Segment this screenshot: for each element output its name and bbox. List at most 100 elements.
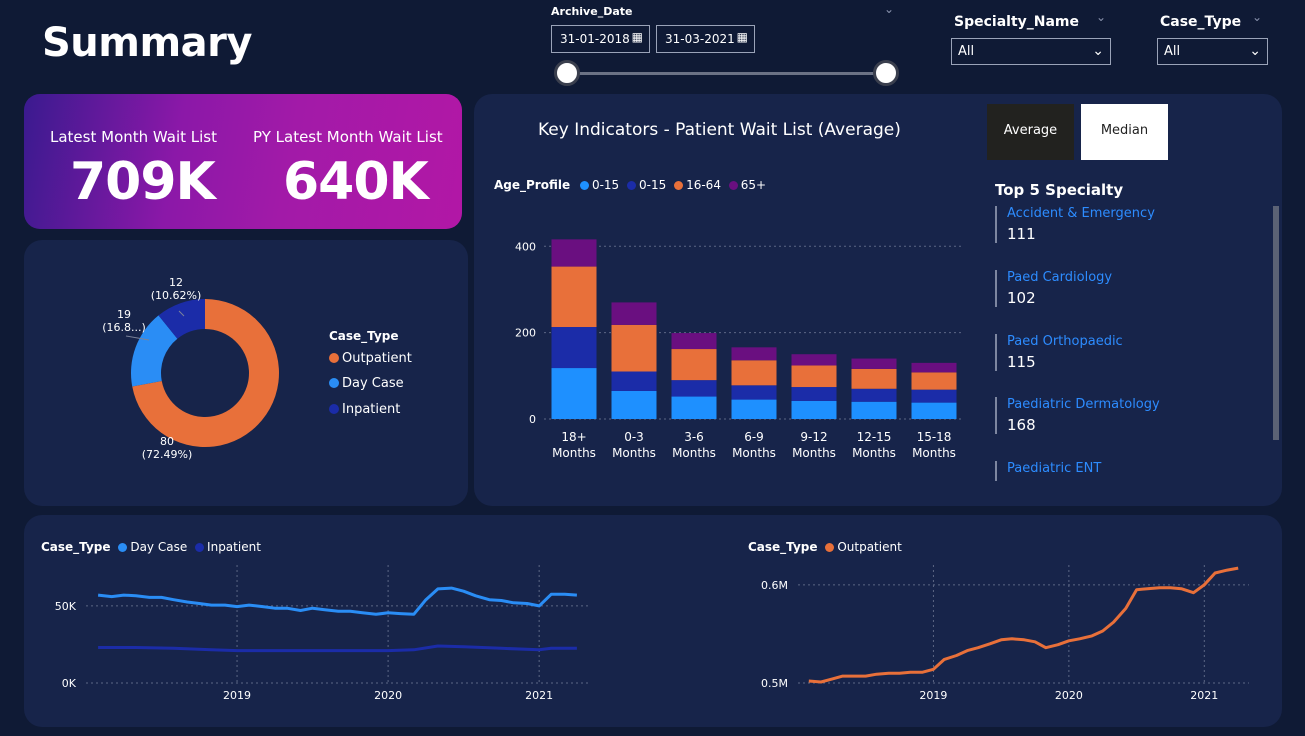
legend-label: 0-15 bbox=[591, 178, 620, 192]
legend-item-day-case[interactable]: Day Case bbox=[118, 540, 187, 554]
slider-start-handle[interactable] bbox=[554, 60, 580, 86]
x-tick-label: 12-15 Months bbox=[852, 430, 896, 460]
legend-title: Case_Type bbox=[41, 540, 111, 554]
bar-segment bbox=[551, 239, 597, 267]
top5-scrollbar[interactable] bbox=[1273, 206, 1279, 440]
bar-segment bbox=[671, 396, 717, 419]
top5-item-value: 168 bbox=[1007, 416, 1036, 434]
bar-segment bbox=[731, 399, 777, 419]
legend-label: Inpatient bbox=[207, 540, 261, 554]
x-tick-label: 2020 bbox=[374, 689, 402, 702]
top5-item[interactable]: Paed Cardiology 102 bbox=[995, 270, 1112, 307]
top5-item[interactable]: Paediatric ENT bbox=[995, 461, 1101, 481]
bar-segment bbox=[611, 324, 657, 372]
y-tick-label: 200 bbox=[515, 327, 536, 340]
x-tick-label: 9-12 Months bbox=[792, 430, 836, 460]
trend-card: Case_Type Day Case Inpatient 2019 2020 202… bbox=[24, 515, 1282, 727]
x-tick-label: 2020 bbox=[1055, 689, 1083, 702]
y-tick-label: 0K bbox=[62, 677, 77, 690]
day-inpatient-line-chart: 2019 2020 2021 0K 50K bbox=[55, 565, 589, 702]
end-date-input[interactable]: 31-03-2021 ▦ bbox=[656, 25, 755, 53]
start-date-input[interactable]: 31-01-2018 ▦ bbox=[551, 25, 650, 53]
bar-segment bbox=[851, 358, 897, 369]
top5-item-name: Paediatric Dermatology bbox=[1007, 397, 1160, 412]
case-type-filter-label: Case_Type bbox=[1160, 14, 1242, 30]
calendar-icon[interactable]: ▦ bbox=[737, 30, 748, 44]
median-button[interactable]: Median bbox=[1081, 104, 1168, 160]
bar-segment bbox=[851, 368, 897, 389]
day-inpatient-legend: Case_Type Day Case Inpatient bbox=[41, 540, 261, 554]
y-tick-label: 0 bbox=[529, 413, 536, 426]
top5-item-name: Paediatric ENT bbox=[1007, 461, 1102, 476]
legend-label: Day Case bbox=[342, 376, 404, 391]
top5-item-value: 102 bbox=[1007, 289, 1036, 307]
page-title: Summary bbox=[42, 20, 252, 66]
chevron-down-icon[interactable]: ⌄ bbox=[1096, 10, 1106, 24]
key-indicators-card: Key Indicators - Patient Wait List (Aver… bbox=[474, 94, 1282, 506]
bar-segment bbox=[851, 388, 897, 402]
age-profile-legend: Age_Profile 0-15 0-15 16-64 65+ bbox=[494, 178, 766, 192]
bar-segment bbox=[911, 389, 957, 403]
top5-item-name: Accident & Emergency bbox=[1007, 206, 1155, 221]
legend-dot bbox=[627, 181, 637, 190]
bar-segment bbox=[551, 368, 597, 419]
donut-data-label: 19 (16.8...) bbox=[102, 308, 146, 334]
donut-legend-title: Case_Type bbox=[329, 329, 399, 343]
specialty-select[interactable]: All ⌄ bbox=[951, 38, 1111, 65]
x-tick-label: 6-9 Months bbox=[732, 430, 776, 460]
legend-label: Outpatient bbox=[342, 351, 412, 366]
top5-item-value: 111 bbox=[1007, 225, 1036, 243]
outpatient-line-chart: 2019 2020 2021 0.5M 0.6M bbox=[761, 565, 1249, 702]
legend-label: Inpatient bbox=[342, 402, 401, 417]
legend-item-0-15-alt[interactable]: 0-15 bbox=[627, 178, 666, 192]
kpi-label: PY Latest Month Wait List bbox=[253, 128, 443, 146]
legend-item-outpatient[interactable]: Outpatient bbox=[825, 540, 902, 554]
legend-item-outpatient[interactable]: Outpatient bbox=[329, 351, 412, 366]
legend-item-day-case[interactable]: Day Case bbox=[329, 376, 404, 391]
legend-item-65-plus[interactable]: 65+ bbox=[728, 178, 766, 192]
date-range-slider[interactable] bbox=[567, 72, 887, 75]
case-type-select[interactable]: All ⌄ bbox=[1157, 38, 1268, 65]
legend-item-0-15[interactable]: 0-15 bbox=[579, 178, 620, 192]
legend-item-16-64[interactable]: 16-64 bbox=[674, 178, 721, 192]
start-date-value: 31-01-2018 bbox=[560, 32, 630, 46]
bar-segment bbox=[911, 402, 957, 419]
bar-segment bbox=[791, 387, 837, 401]
average-button[interactable]: Average bbox=[987, 104, 1074, 160]
top5-item[interactable]: Paediatric Dermatology 168 bbox=[995, 397, 1160, 434]
y-tick-label: 400 bbox=[515, 240, 536, 253]
legend-dot bbox=[195, 543, 205, 552]
top5-item[interactable]: Paed Orthopaedic 115 bbox=[995, 334, 1123, 371]
legend-dot bbox=[329, 353, 339, 363]
slider-end-handle[interactable] bbox=[873, 60, 899, 86]
legend-dot bbox=[329, 404, 339, 414]
legend-label: 0-15 bbox=[639, 178, 667, 192]
calendar-icon[interactable]: ▦ bbox=[632, 30, 643, 44]
bar-segment bbox=[911, 362, 957, 373]
bar-segment bbox=[731, 347, 777, 361]
case-type-donut-chart: 80 (72.49%)19 (16.8...)12 (10.62%) bbox=[102, 276, 279, 461]
kpi-value: 709K bbox=[70, 152, 216, 212]
legend-item-inpatient[interactable]: Inpatient bbox=[329, 402, 400, 417]
legend-dot bbox=[825, 543, 835, 552]
wait-list-bar-chart: 0 200 400 18+ Months 0-3 Months 3-6 Months 6-9 Mon… bbox=[515, 239, 964, 460]
chevron-down-icon[interactable]: ⌄ bbox=[884, 2, 894, 16]
archive-date-label: Archive_Date bbox=[551, 5, 633, 18]
top5-title: Top 5 Specialty bbox=[995, 181, 1124, 199]
legend-label: Day Case bbox=[130, 540, 188, 554]
legend-label: 16-64 bbox=[686, 178, 721, 192]
y-tick-label: 0.5M bbox=[761, 677, 788, 690]
age-legend-title: Age_Profile bbox=[494, 178, 571, 192]
kpi-value: 640K bbox=[283, 152, 429, 212]
chevron-down-icon[interactable]: ⌄ bbox=[1252, 10, 1262, 24]
specialty-select-value: All bbox=[958, 44, 975, 59]
x-tick-label: 2019 bbox=[919, 689, 947, 702]
bar-segment bbox=[611, 302, 657, 325]
end-date-value: 31-03-2021 bbox=[665, 32, 735, 46]
key-indicators-title: Key Indicators - Patient Wait List (Aver… bbox=[538, 120, 901, 140]
top5-item[interactable]: Accident & Emergency 111 bbox=[995, 206, 1155, 243]
bar-segment bbox=[611, 390, 657, 419]
case-type-donut-card: 80 (72.49%) 19 (16.8...) 12 (10.62%) Case_Typ… bbox=[24, 240, 468, 506]
legend-item-inpatient[interactable]: Inpatient bbox=[195, 540, 261, 554]
x-tick-label: 2021 bbox=[1190, 689, 1218, 702]
